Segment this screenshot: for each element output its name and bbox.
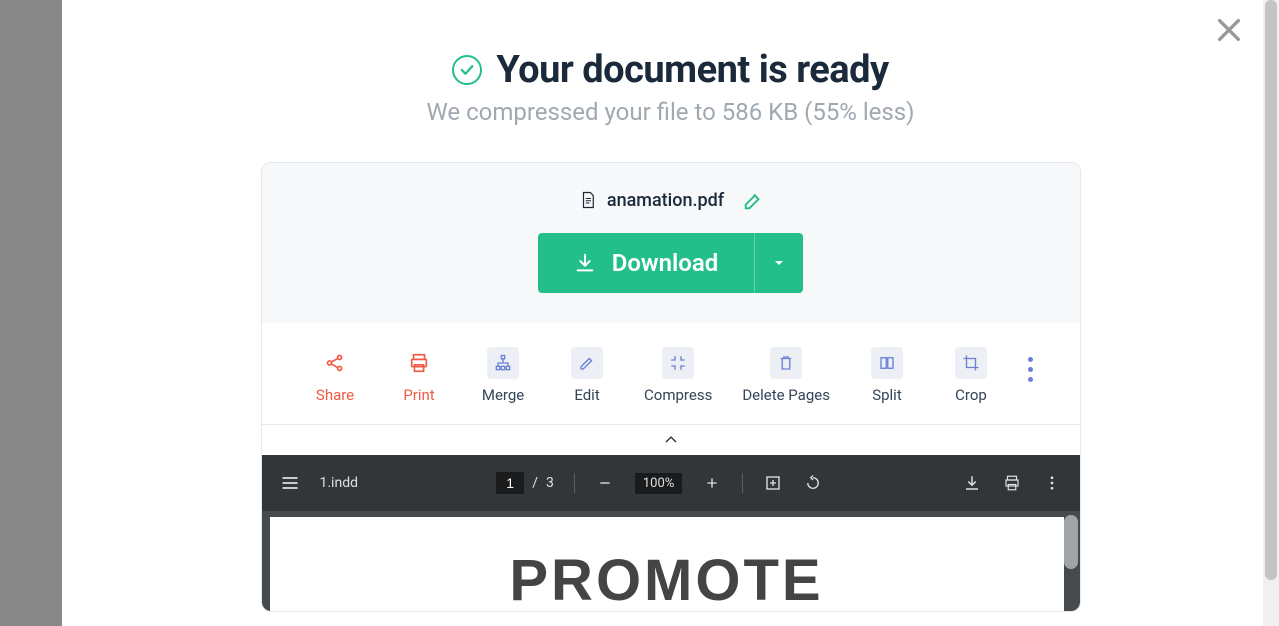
rotate-icon bbox=[804, 474, 822, 492]
tool-crop-label: Crop bbox=[955, 387, 987, 404]
backdrop-strip bbox=[0, 0, 62, 626]
minus-icon bbox=[597, 475, 613, 491]
plus-icon bbox=[704, 475, 720, 491]
compress-icon bbox=[669, 354, 687, 372]
tool-compress[interactable]: Compress bbox=[644, 347, 712, 404]
download-icon bbox=[574, 252, 596, 274]
close-icon bbox=[1213, 14, 1245, 46]
edit-icon bbox=[742, 190, 764, 212]
tool-print[interactable]: Print bbox=[392, 347, 446, 404]
tool-delete-pages-label: Delete Pages bbox=[742, 387, 830, 404]
viewer-menu-button[interactable] bbox=[280, 473, 300, 493]
hamburger-icon bbox=[280, 473, 300, 493]
pdf-page: PROMOTE PRODUCTIVITY bbox=[270, 517, 1064, 611]
page-title: Your document is ready bbox=[496, 48, 888, 92]
zoom-level[interactable]: 100% bbox=[635, 473, 682, 494]
zoom-in-button[interactable] bbox=[702, 473, 722, 493]
crop-icon bbox=[962, 354, 980, 372]
rename-button[interactable] bbox=[742, 190, 762, 210]
result-card: anamation.pdf Download bbox=[261, 162, 1081, 612]
current-page-input[interactable] bbox=[496, 472, 524, 494]
tool-delete-pages[interactable]: Delete Pages bbox=[742, 347, 830, 404]
document-icon bbox=[579, 189, 597, 211]
tool-edit[interactable]: Edit bbox=[560, 347, 614, 404]
merge-icon bbox=[493, 353, 513, 373]
modal-scrollbar-track[interactable] bbox=[1263, 0, 1279, 626]
page-indicator: / 3 bbox=[496, 472, 554, 494]
rotate-button[interactable] bbox=[803, 473, 823, 493]
filename: anamation.pdf bbox=[607, 190, 724, 211]
page-heading-text: PROMOTE PRODUCTIVITY bbox=[290, 547, 1044, 611]
download-label: Download bbox=[612, 249, 719, 277]
viewer-download-button[interactable] bbox=[962, 473, 982, 493]
dot-icon bbox=[1028, 357, 1033, 362]
tool-print-label: Print bbox=[403, 387, 434, 404]
toolbar-divider bbox=[742, 473, 743, 493]
download-button[interactable]: Download bbox=[538, 233, 804, 293]
zoom-out-button[interactable] bbox=[595, 473, 615, 493]
dot-icon bbox=[1028, 377, 1033, 382]
tool-edit-label: Edit bbox=[574, 387, 599, 404]
modal-backdrop: Your document is ready We compressed you… bbox=[0, 0, 1279, 626]
viewer-print-button[interactable] bbox=[1002, 473, 1022, 493]
trash-icon bbox=[777, 354, 795, 372]
page-separator: / bbox=[532, 475, 538, 491]
tool-merge[interactable]: Merge bbox=[476, 347, 530, 404]
share-icon bbox=[324, 352, 346, 374]
tool-share[interactable]: Share bbox=[308, 347, 362, 404]
split-icon bbox=[878, 354, 896, 372]
tool-split-label: Split bbox=[872, 387, 902, 404]
viewer-scrollbar[interactable] bbox=[1064, 515, 1078, 569]
modal-scrollbar-thumb[interactable] bbox=[1265, 0, 1277, 580]
tools-row: Share Print Merge bbox=[262, 323, 1080, 425]
collapse-toggle[interactable] bbox=[262, 425, 1080, 455]
pdf-viewer-toolbar: 1.indd / 3 100% bbox=[262, 455, 1080, 511]
header: Your document is ready We compressed you… bbox=[62, 0, 1279, 126]
pencil-icon bbox=[578, 354, 596, 372]
pdf-viewer-content[interactable]: PROMOTE PRODUCTIVITY bbox=[262, 511, 1080, 611]
viewer-doc-name: 1.indd bbox=[320, 475, 359, 491]
download-main[interactable]: Download bbox=[538, 233, 755, 293]
success-check-icon bbox=[452, 55, 482, 85]
fit-page-icon bbox=[764, 474, 782, 492]
title-row: Your document is ready bbox=[62, 48, 1279, 92]
fit-page-button[interactable] bbox=[763, 473, 783, 493]
filename-row: anamation.pdf bbox=[282, 189, 1060, 211]
print-icon bbox=[1003, 474, 1021, 492]
card-header: anamation.pdf Download bbox=[262, 163, 1080, 323]
download-icon bbox=[963, 474, 981, 492]
viewer-more-button[interactable] bbox=[1042, 473, 1062, 493]
tool-merge-label: Merge bbox=[482, 387, 524, 404]
tool-crop[interactable]: Crop bbox=[944, 347, 998, 404]
download-options-button[interactable] bbox=[755, 233, 803, 293]
tool-share-label: Share bbox=[316, 387, 354, 404]
chevron-up-icon bbox=[661, 433, 681, 447]
close-button[interactable] bbox=[1213, 14, 1245, 46]
print-icon bbox=[408, 352, 430, 374]
tool-split[interactable]: Split bbox=[860, 347, 914, 404]
tool-compress-label: Compress bbox=[644, 387, 712, 404]
more-vertical-icon bbox=[1043, 474, 1061, 492]
toolbar-divider bbox=[574, 473, 575, 493]
page-subtitle: We compressed your file to 586 KB (55% l… bbox=[62, 98, 1279, 126]
dot-icon bbox=[1028, 367, 1033, 372]
total-pages: 3 bbox=[546, 475, 554, 491]
modal: Your document is ready We compressed you… bbox=[62, 0, 1279, 626]
caret-down-icon bbox=[773, 257, 785, 269]
more-tools-button[interactable] bbox=[1028, 353, 1033, 385]
